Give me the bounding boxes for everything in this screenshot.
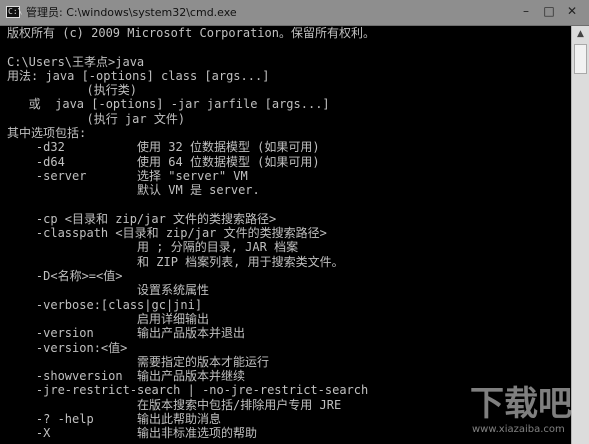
console-line: -classpath <目录和 zip/jar 文件的类搜索路径> xyxy=(7,226,327,241)
vertical-scrollbar[interactable]: ▲ xyxy=(571,26,589,444)
console-line: 默认 VM 是 server. xyxy=(7,183,260,198)
console-line: 和 ZIP 档案列表, 用于搜索类文件。 xyxy=(7,254,344,269)
close-button[interactable]: ✕ xyxy=(561,3,583,19)
cmd-icon-glyph: C:\ xyxy=(8,7,23,16)
console-line: -cp <目录和 zip/jar 文件的类搜索路径> xyxy=(7,211,277,226)
console-line: -D<名称>=<值> xyxy=(7,269,123,284)
console-line: C:\Users\王孝点>java xyxy=(7,54,145,69)
console-line: 或 java [-options] -jar jarfile [args...] xyxy=(7,97,330,112)
watermark-logo: 下载吧 www.xiazaiba.com xyxy=(470,384,580,440)
console-line: 其中选项包括: xyxy=(7,126,87,141)
console-line: -d32 使用 32 位数据模型 (如果可用) xyxy=(7,140,320,155)
console-line: -verbose:[class|gc|jni] xyxy=(7,297,203,312)
console-line: -showversion 输出产品版本并继续 xyxy=(7,369,246,384)
console-line: -X 输出非标准选项的帮助 xyxy=(7,426,258,441)
console-line: 在版本搜索中包括/排除用户专用 JRE xyxy=(7,397,342,412)
console-line: (执行 jar 文件) xyxy=(7,111,186,126)
watermark-url: www.xiazaiba.com xyxy=(472,424,565,435)
console-line: 启用详细输出 xyxy=(7,311,210,326)
scroll-up-arrow-icon[interactable]: ▲ xyxy=(572,26,589,43)
scroll-thumb[interactable] xyxy=(574,44,587,74)
console-text: 版权所有 (c) 2009 Microsoft Corporation。保留所有… xyxy=(7,26,375,441)
console-line: 版权所有 (c) 2009 Microsoft Corporation。保留所有… xyxy=(7,26,375,40)
console-line: 用法: java [-options] class [args...] xyxy=(7,68,270,83)
console-line: -? -help 输出此帮助消息 xyxy=(7,412,222,427)
console-line: -d64 使用 64 位数据模型 (如果可用) xyxy=(7,154,320,169)
title-bar[interactable]: C:\ 管理员: C:\windows\system32\cmd.exe – □… xyxy=(0,0,589,26)
console-line: 需要指定的版本才能运行 xyxy=(7,354,270,369)
console-line: 设置系统属性 xyxy=(7,283,210,298)
maximize-button[interactable]: □ xyxy=(538,3,560,19)
minimize-button[interactable]: – xyxy=(515,3,537,19)
console-line: 用 ; 分隔的目录, JAR 档案 xyxy=(7,240,299,255)
console-line: -version:<值> xyxy=(7,340,128,355)
window-title: 管理员: C:\windows\system32\cmd.exe xyxy=(26,6,237,19)
console-line: (执行类) xyxy=(7,83,137,98)
watermark-text: 下载吧 xyxy=(470,384,572,424)
console-line: -version 输出产品版本并退出 xyxy=(7,326,246,341)
cmd-icon[interactable]: C:\ xyxy=(6,6,23,18)
console-line: -server 选择 "server" VM xyxy=(7,168,248,183)
console-output[interactable]: 版权所有 (c) 2009 Microsoft Corporation。保留所有… xyxy=(0,26,571,444)
console-line: -jre-restrict-search | -no-jre-restrict-… xyxy=(7,383,369,398)
